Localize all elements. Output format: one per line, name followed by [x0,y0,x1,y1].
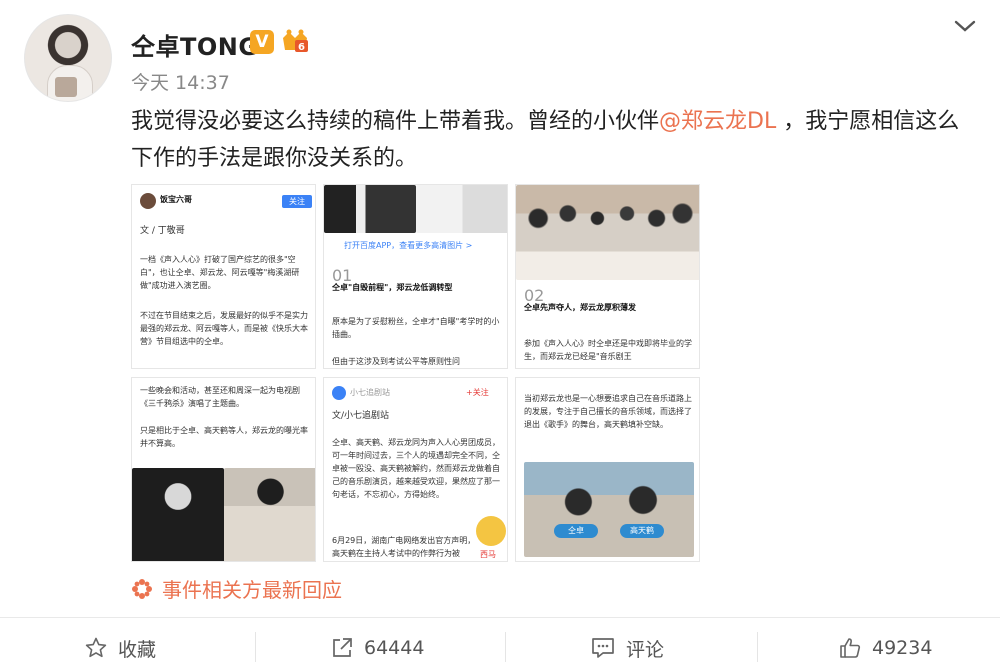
source-name: 饭宝六哥 [160,195,192,204]
source-avatar [332,386,346,400]
source-avatar [140,193,156,209]
photo-block [416,185,507,233]
article-paragraph: 原本是为了妥慰粉丝，仝卓才"自曝"考学时的小插曲。 [332,317,500,339]
forward-count: 64444 [364,637,425,659]
group-photo [516,185,699,280]
article-paragraph: 不过在节目结束之后，发展最好的似乎不是实力最强的郑云龙、阿云嘎等人，而是被《快乐… [140,311,308,346]
article-paragraph: 只是相比于仝卓、高天鹤等人，郑云龙的曝光率并不算高。 [140,426,308,448]
post-text: 我觉得没必要这么持续的稿件上带着我。曾经的小伙伴@郑云龙DL ，我宁愿相信这么下… [131,103,981,177]
article-paragraph: 一些晚会和活动，甚至还和周深一起为电视剧《三千鸦杀》演唱了主题曲。 [140,386,300,408]
thumbs-up-icon [840,638,861,658]
article-paragraph: 仝卓、高天鹤、郑云龙同为声入人心男团成员，可一年时间过去，三个人的境遇却完全不同… [332,438,500,499]
follow-badge: +关注 [466,388,489,397]
star-icon [85,637,107,658]
article-paragraph: 当初郑云龙也是一心想要追求自己在音乐道路上的发展，专注于自己擅长的音乐领域，而选… [524,394,692,429]
forward-button[interactable]: 64444 [330,628,424,668]
image-thumbnail-3[interactable]: 02 仝卓先声夺人，郑云龙厚积薄发 参加《声入人心》时仝卓还是中戏即将毕业的学生… [515,184,700,369]
performer-photo-left [132,468,224,561]
article-paragraph: 一档《声入人心》打破了国产综艺的很多"空白"，也让仝卓、郑云龙、阿云嘎等"梅溪湖… [140,255,300,290]
comment-label: 评论 [626,638,665,661]
sticker-decoration [476,516,506,546]
action-bar-divider [0,617,1000,618]
image-thumbnail-1[interactable]: 饭宝六哥 关注 文 / 丁敬哥 一档《声入人心》打破了国产综艺的很多"空白"，也… [131,184,316,369]
follow-button: 关注 [282,195,312,208]
avatar-bag [55,77,77,97]
action-separator [255,632,256,662]
favorite-button[interactable]: 收藏 [84,628,156,668]
action-separator [505,632,506,662]
photo-block [324,185,416,233]
mention-link[interactable]: @郑云龙DL [659,109,776,134]
share-icon [333,638,352,657]
post-text-start: 我觉得没必要这么持续的稿件上带着我。曾经的小伙伴 [131,109,660,134]
performer-photo-right [224,468,315,561]
flower-icon [132,579,152,599]
comment-icon [592,638,614,658]
favorite-label: 收藏 [118,638,157,661]
user-name[interactable]: 仝卓TONG [131,27,259,62]
verified-badge: V [250,30,274,54]
article-paragraph: 参加《声入人心》时仝卓还是中戏即将毕业的学生，而郑云龙已经是"音乐剧王 [524,339,692,361]
level-number: 6 [298,42,305,53]
app-link: 打开百度APP，查看更多高清图片 > [344,241,473,250]
like-button[interactable]: 49234 [838,628,932,668]
crown-level-icon: 6 [283,29,308,53]
section-heading: 仝卓"自毁前程"，郑云龙低调转型 [332,283,453,292]
article-paragraph: 但由于这涉及到考试公平等原则性问 [332,357,460,366]
section-heading: 仝卓先声夺人，郑云龙厚积薄发 [524,303,636,312]
chevron-down-icon[interactable] [952,16,978,36]
action-separator [757,632,758,662]
image-thumbnail-5[interactable]: 小七追剧站 +关注 文/小七追剧站 仝卓、高天鹤、郑云龙同为声入人心男团成员，可… [323,377,508,562]
image-thumbnail-2[interactable]: 打开百度APP，查看更多高清图片 > 01 仝卓"自毁前程"，郑云龙低调转型 原… [323,184,508,369]
article-paragraph: 6月29日，湖南广电网络发出官方声明，高天鹤在主持人考试中的作弊行为被 [332,536,476,558]
article-author: 文 / 丁敬哥 [140,226,185,236]
sticker-tag: 西马 [480,550,496,559]
image-thumbnail-4[interactable]: 一些晚会和活动，甚至还和周深一起为电视剧《三千鸦杀》演唱了主题曲。 只是相比于仝… [131,377,316,562]
caption-left: 仝卓 [554,524,598,538]
comment-button[interactable]: 评论 [590,628,664,668]
avatar[interactable] [24,14,112,102]
like-count: 49234 [872,637,933,659]
related-response-link[interactable]: 事件相关方最新回应 [162,574,342,603]
car-interview-photo [524,462,694,557]
image-thumbnail-6[interactable]: 当初郑云龙也是一心想要追求自己在音乐道路上的发展，专注于自己擅长的音乐领域，而选… [515,377,700,562]
article-title: 文/小七追剧站 [332,411,390,421]
post-time[interactable]: 今天 14:37 [131,68,230,95]
source-name: 小七追剧站 [350,388,390,397]
caption-right: 高天鹤 [620,524,664,538]
